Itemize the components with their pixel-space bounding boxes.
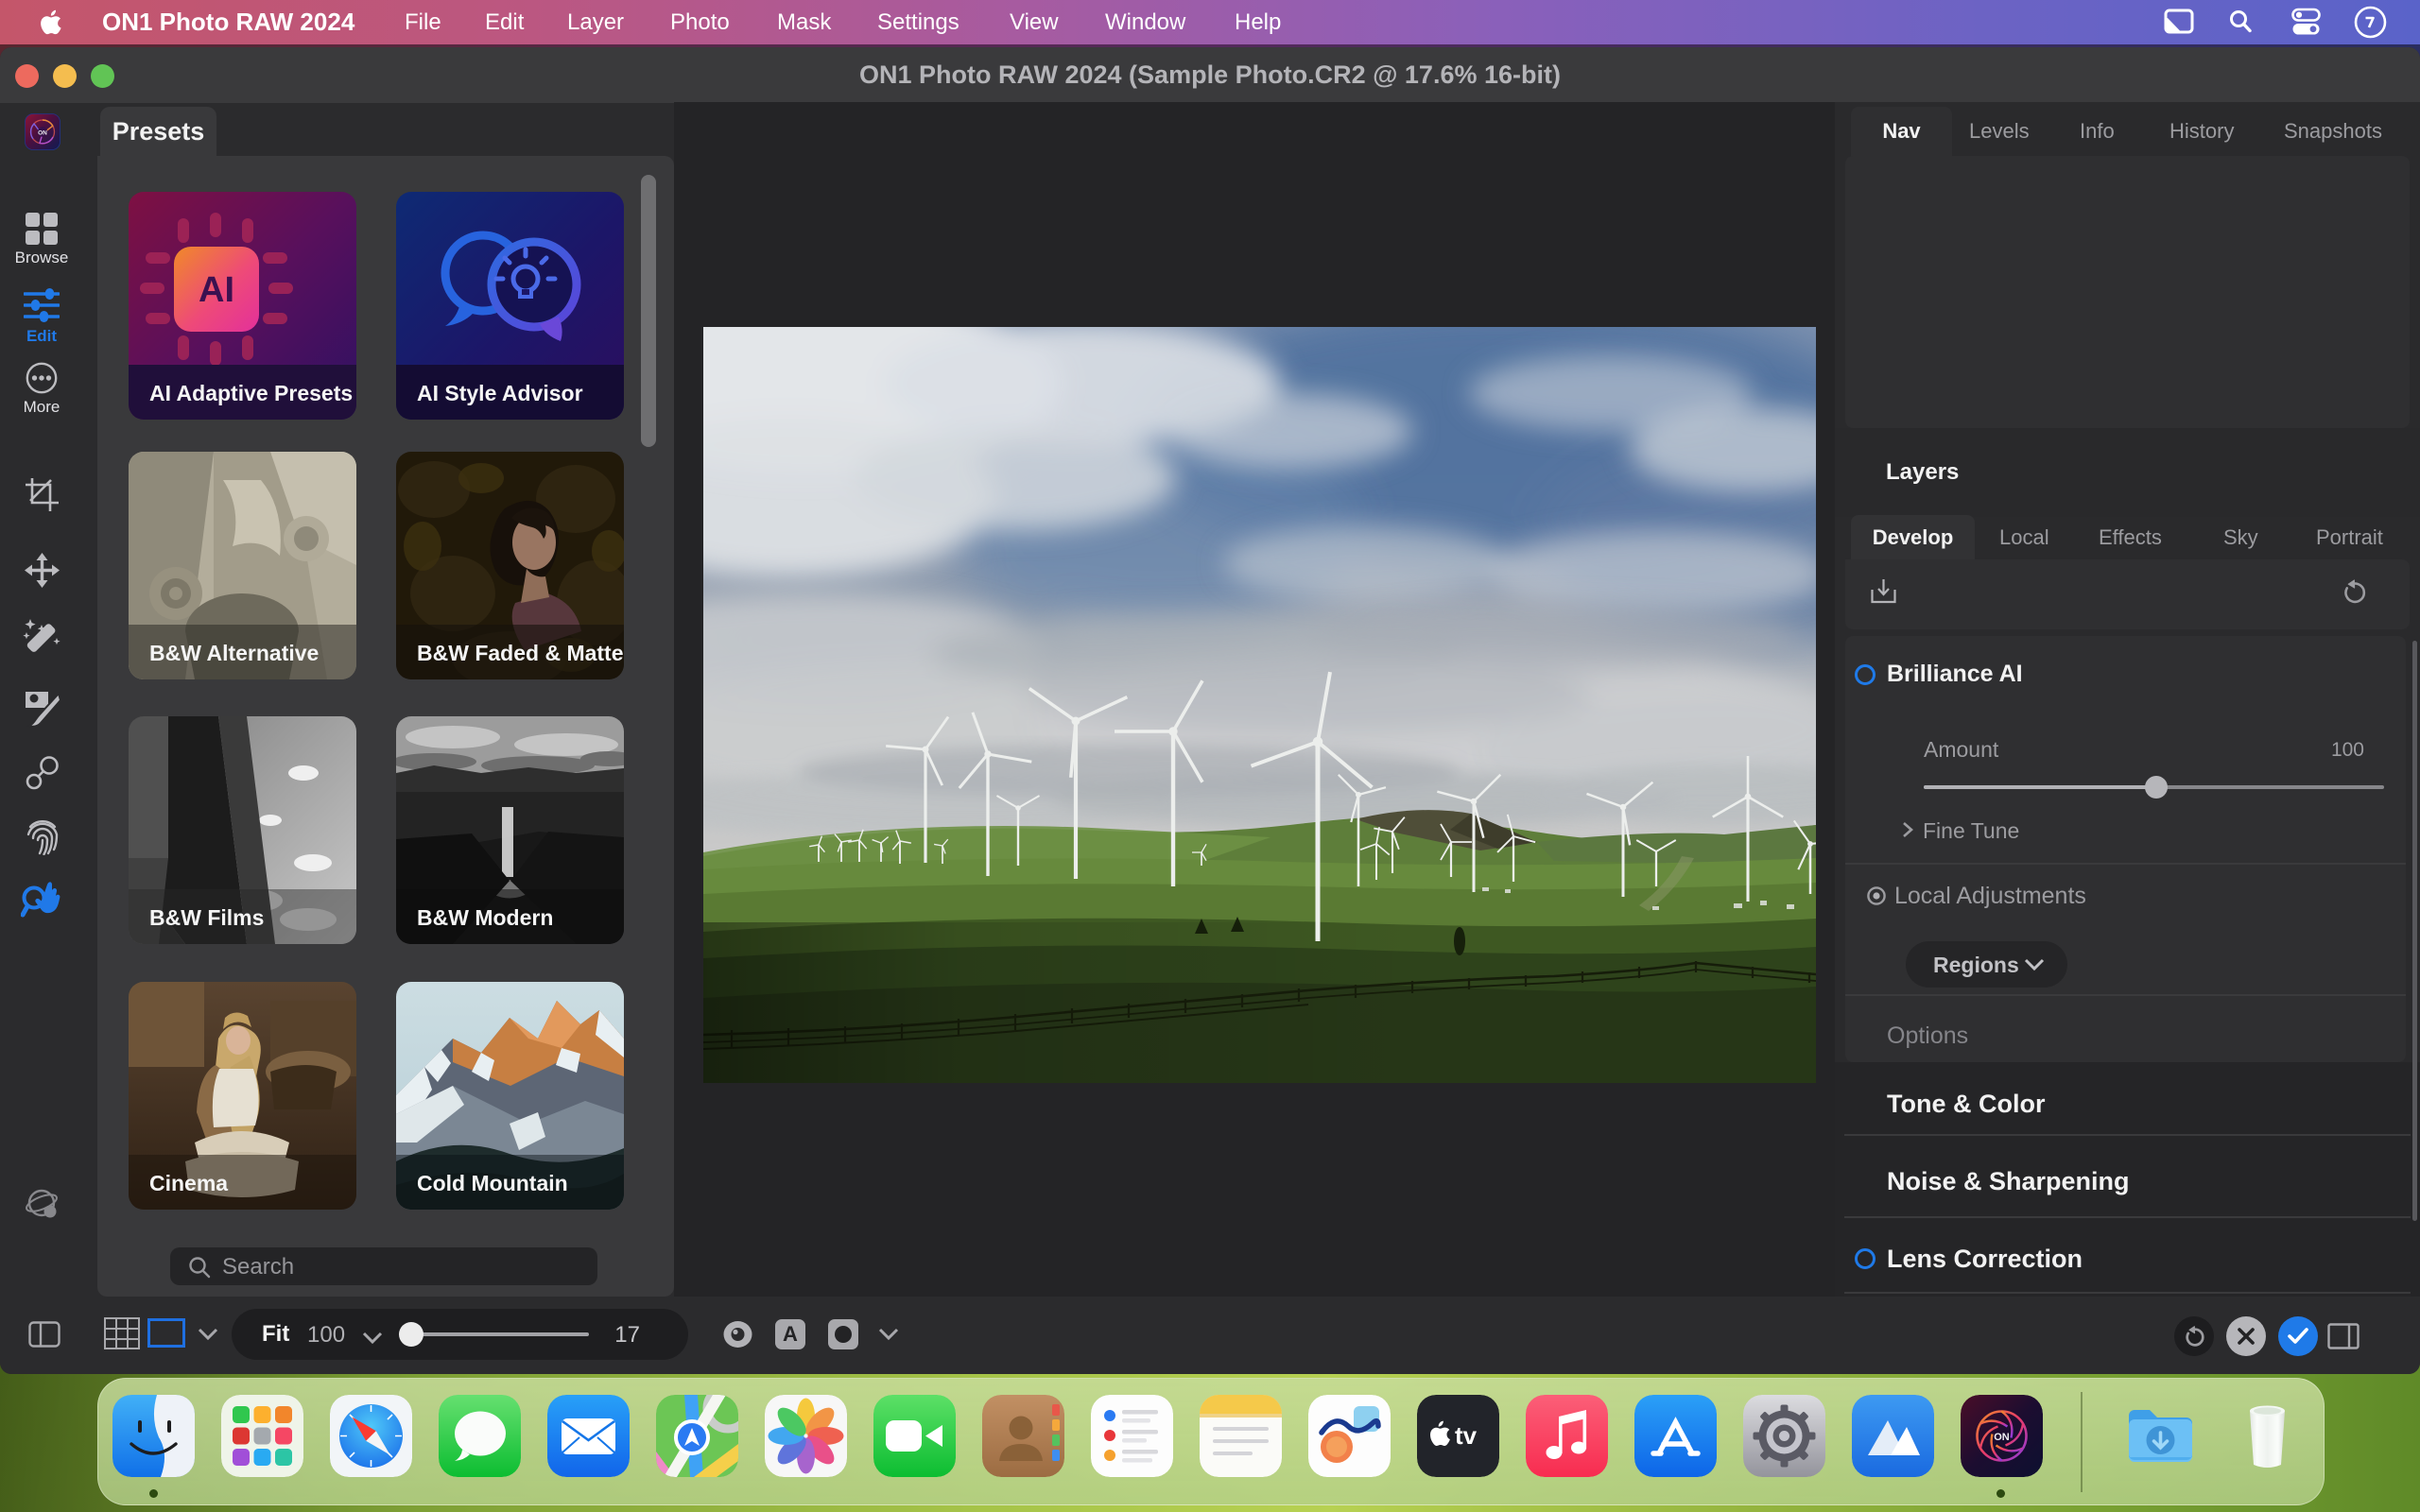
svg-text:B&W Films: B&W Films bbox=[149, 905, 264, 930]
svg-text:B&W Faded & Matte: B&W Faded & Matte bbox=[417, 641, 624, 665]
svg-text:ON: ON bbox=[1994, 1432, 2010, 1443]
svg-text:B&W Modern: B&W Modern bbox=[417, 905, 553, 930]
svg-text:ON: ON bbox=[38, 130, 47, 137]
svg-text:tv: tv bbox=[1455, 1421, 1478, 1450]
svg-text:AI Style Advisor: AI Style Advisor bbox=[417, 381, 583, 405]
svg-text:AI: AI bbox=[199, 270, 234, 310]
svg-text:Cinema: Cinema bbox=[149, 1171, 228, 1195]
svg-text:Cold Mountain: Cold Mountain bbox=[417, 1171, 568, 1195]
svg-text:B&W Alternative: B&W Alternative bbox=[149, 641, 319, 665]
svg-text:AI Adaptive Presets: AI Adaptive Presets bbox=[149, 381, 353, 405]
